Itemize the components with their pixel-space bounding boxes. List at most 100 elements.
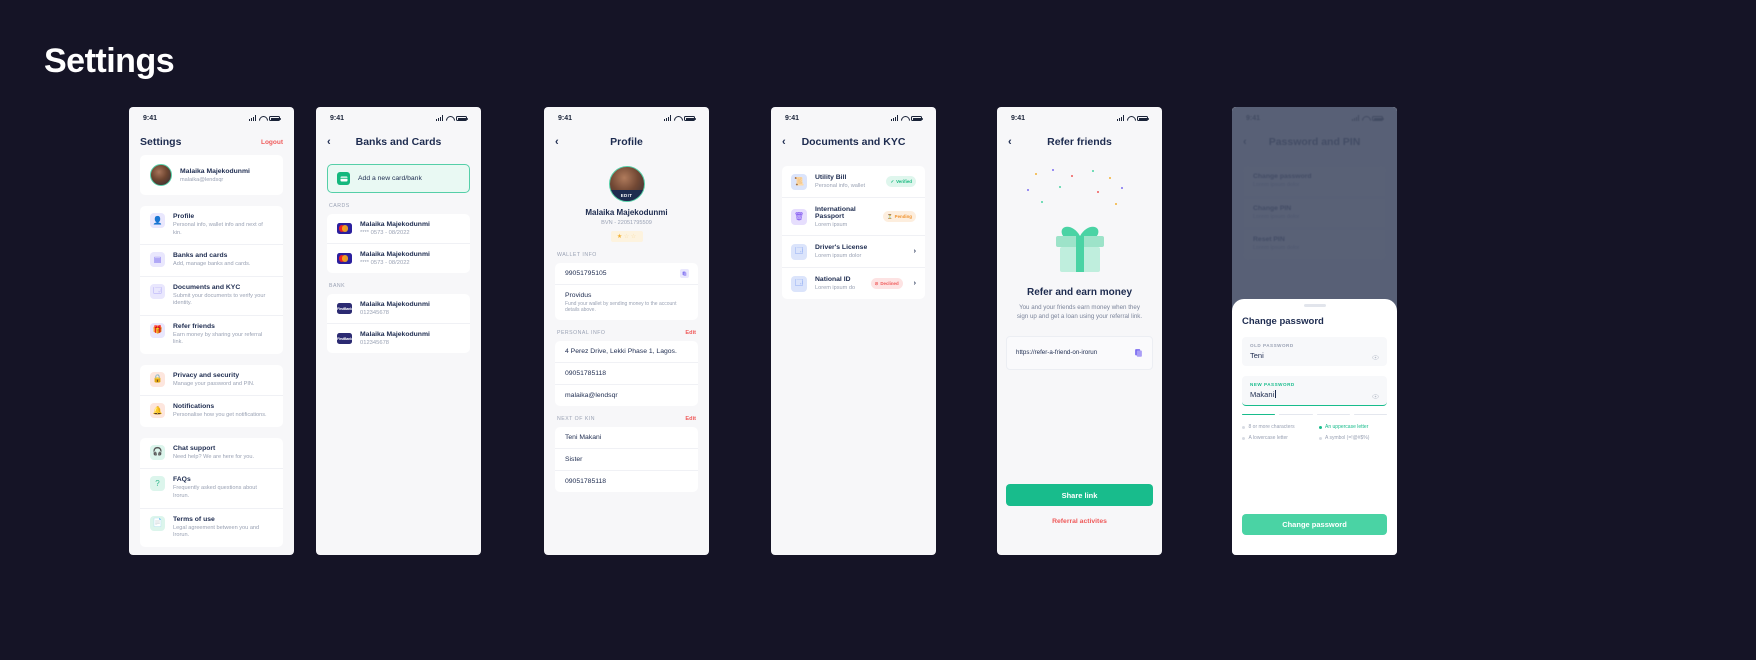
clock-icon: ⏳ (887, 213, 893, 219)
list-item[interactable]: FirstBank Malaika Majekodunmi 012345678 (327, 294, 470, 324)
profile-email: malaika@lendsqr (180, 176, 224, 183)
referral-activities-link[interactable]: Referral activites (997, 518, 1162, 525)
settings-item-desc: Submit your documents to verify your ide… (173, 292, 266, 307)
status-icons (436, 115, 469, 121)
signal-icon (436, 115, 443, 121)
list-item-national-id[interactable]: 🗔 National ID Lorem ipsum do ⊘ Declined … (782, 268, 925, 299)
status-icons (249, 115, 282, 121)
old-password-field[interactable]: OLD PASSWORD Teni (1242, 336, 1387, 366)
next-of-kin-label: NEXT OF KIN (557, 416, 595, 422)
edit-personal-info-button[interactable]: Edit (685, 330, 696, 336)
password-strength-meter (1242, 413, 1387, 416)
mastercard-logo (337, 223, 352, 234)
settings-item-title: Documents and KYC (173, 283, 241, 291)
id-icon: 🗔 (791, 275, 807, 292)
list-item-drivers-license[interactable]: 🗔 Driver's License Lorem ipsum dolor › (782, 236, 925, 268)
bank-logo: FirstBank (337, 303, 352, 314)
banks-header: ‹ Banks and Cards (316, 129, 481, 155)
sidebar-item-chat-support[interactable]: 🎧 Chat support Need help? We are here fo… (140, 438, 283, 470)
star-empty: ☆ (623, 234, 630, 240)
wallet-bank-row: Providus Fund your wallet by sending mon… (555, 285, 698, 320)
next-of-kin-header: NEXT OF KIN Edit (544, 406, 709, 427)
signal-icon (891, 115, 898, 121)
profile-summary-row[interactable]: Malaika Majekodunmi malaika@lendsqr (140, 155, 283, 195)
email-value: malaika@lendsqr (565, 392, 618, 399)
sidebar-item-refer-friends[interactable]: 🎁 Refer friends Earn money by sharing yo… (140, 316, 283, 354)
page-heading: Profile (610, 136, 643, 148)
rating-stars: ★ ☆ ☆ (610, 231, 643, 242)
list-item[interactable]: FirstBank Malaika Majekodunmi 012345678 (327, 324, 470, 353)
profile-avatar-wrap: EDIT (608, 166, 645, 202)
back-icon[interactable]: ‹ (555, 136, 567, 148)
new-password-value-wrap: Makani (1250, 389, 1379, 399)
account-holder-name: Malaika Majekodunmi (360, 301, 430, 308)
passport-icon: 🗑 (791, 208, 807, 225)
profile-header: ‹ Profile (544, 129, 709, 155)
wallet-bank: Providus (565, 292, 592, 299)
settings-item-title: FAQs (173, 476, 191, 484)
sheet-grabber[interactable] (1303, 304, 1326, 307)
sidebar-item-banks-and-cards[interactable]: ▤ Banks and cards Add, manage banks and … (140, 245, 283, 277)
add-card-button[interactable]: Add a new card/bank (327, 164, 470, 193)
status-icons (891, 115, 924, 121)
sidebar-item-profile[interactable]: 👤 Profile Personal info, wallet info and… (140, 206, 283, 246)
phone-change-password: 9:41 ‹ Password and PIN Change password … (1232, 107, 1397, 555)
chevron-right-icon[interactable]: › (914, 280, 916, 287)
documents-header: ‹ Documents and KYC (771, 129, 936, 155)
settings-group-security: 🔒 Privacy and security Manage your passw… (140, 364, 283, 427)
share-link-button[interactable]: Share link (1006, 484, 1153, 506)
sidebar-item-terms-of-use[interactable]: 📄 Terms of use Legal agreement between y… (140, 509, 283, 547)
copy-icon[interactable] (1134, 344, 1143, 362)
back-icon[interactable]: ‹ (1008, 136, 1020, 148)
eye-icon[interactable] (1372, 387, 1379, 405)
edit-avatar-button[interactable]: EDIT (609, 190, 644, 201)
chevron-right-icon[interactable]: › (914, 248, 916, 255)
wifi-icon (446, 115, 453, 121)
eye-icon[interactable] (1372, 348, 1379, 366)
bank-logo: FirstBank (337, 333, 352, 344)
change-password-button[interactable]: Change password (1242, 514, 1387, 535)
profile-summary-card[interactable]: Malaika Majekodunmi malaika@lendsqr (140, 155, 283, 195)
account-number: 012345678 (360, 340, 390, 346)
signal-icon (249, 115, 256, 121)
status-bar: 9:41 (544, 107, 709, 129)
list-item[interactable]: Malaika Majekodunmi **** 0573 - 08/2022 (327, 214, 470, 244)
logout-button[interactable]: Logout (261, 139, 283, 146)
check-icon: ✓ (890, 178, 895, 184)
refer-header: ‹ Refer friends (997, 129, 1162, 155)
strength-segment (1353, 413, 1387, 416)
status-time: 9:41 (330, 114, 345, 122)
copy-icon[interactable] (680, 269, 689, 278)
document-desc: Personal info, wallet (815, 183, 866, 189)
status-badge-label: Verified (896, 179, 912, 184)
document-title: Driver's License (815, 244, 868, 251)
list-item[interactable]: Malaika Majekodunmi **** 0573 - 08/2022 (327, 244, 470, 273)
mastercard-logo (337, 253, 352, 264)
edit-next-of-kin-button[interactable]: Edit (685, 416, 696, 422)
wifi-icon (259, 115, 266, 121)
referral-link-box[interactable]: https://refer-a-friend-on-irorun (1006, 335, 1153, 370)
sidebar-item-notifications[interactable]: 🔔 Notifications Personalise how you get … (140, 396, 283, 427)
sidebar-item-documents-and-kyc[interactable]: 🗔 Documents and KYC Submit your document… (140, 277, 283, 316)
wifi-icon (1127, 115, 1134, 121)
back-icon[interactable]: ‹ (782, 136, 794, 148)
profile-name: Malaika Majekodunmi (585, 208, 668, 217)
text-caret (1275, 389, 1276, 398)
referral-link-value: https://refer-a-friend-on-irorun (1016, 349, 1098, 357)
gift-icon (1055, 226, 1104, 272)
new-password-field[interactable]: NEW PASSWORD Makani (1242, 375, 1387, 406)
page-heading: Documents and KYC (801, 136, 906, 148)
personal-info-label: PERSONAL INFO (557, 330, 606, 336)
bullet-icon (1242, 425, 1245, 429)
back-icon[interactable]: ‹ (327, 136, 339, 148)
account-number: 012345678 (360, 310, 390, 316)
password-requirements: 8 or more characters An uppercase letter… (1242, 424, 1387, 441)
list-item-international-passport[interactable]: 🗑 International Passport Lorem ipsum ⏳ P… (782, 198, 925, 236)
wifi-icon (674, 115, 681, 121)
list-item-utility-bill[interactable]: 📜 Utility Bill Personal info, wallet ✓ V… (782, 166, 925, 198)
sidebar-item-faqs[interactable]: ? FAQs Frequently asked questions about … (140, 469, 283, 509)
bullet-icon (1318, 436, 1322, 440)
status-time: 9:41 (1011, 114, 1026, 122)
sidebar-item-privacy-and-security[interactable]: 🔒 Privacy and security Manage your passw… (140, 365, 283, 397)
user-icon: 👤 (150, 213, 165, 228)
